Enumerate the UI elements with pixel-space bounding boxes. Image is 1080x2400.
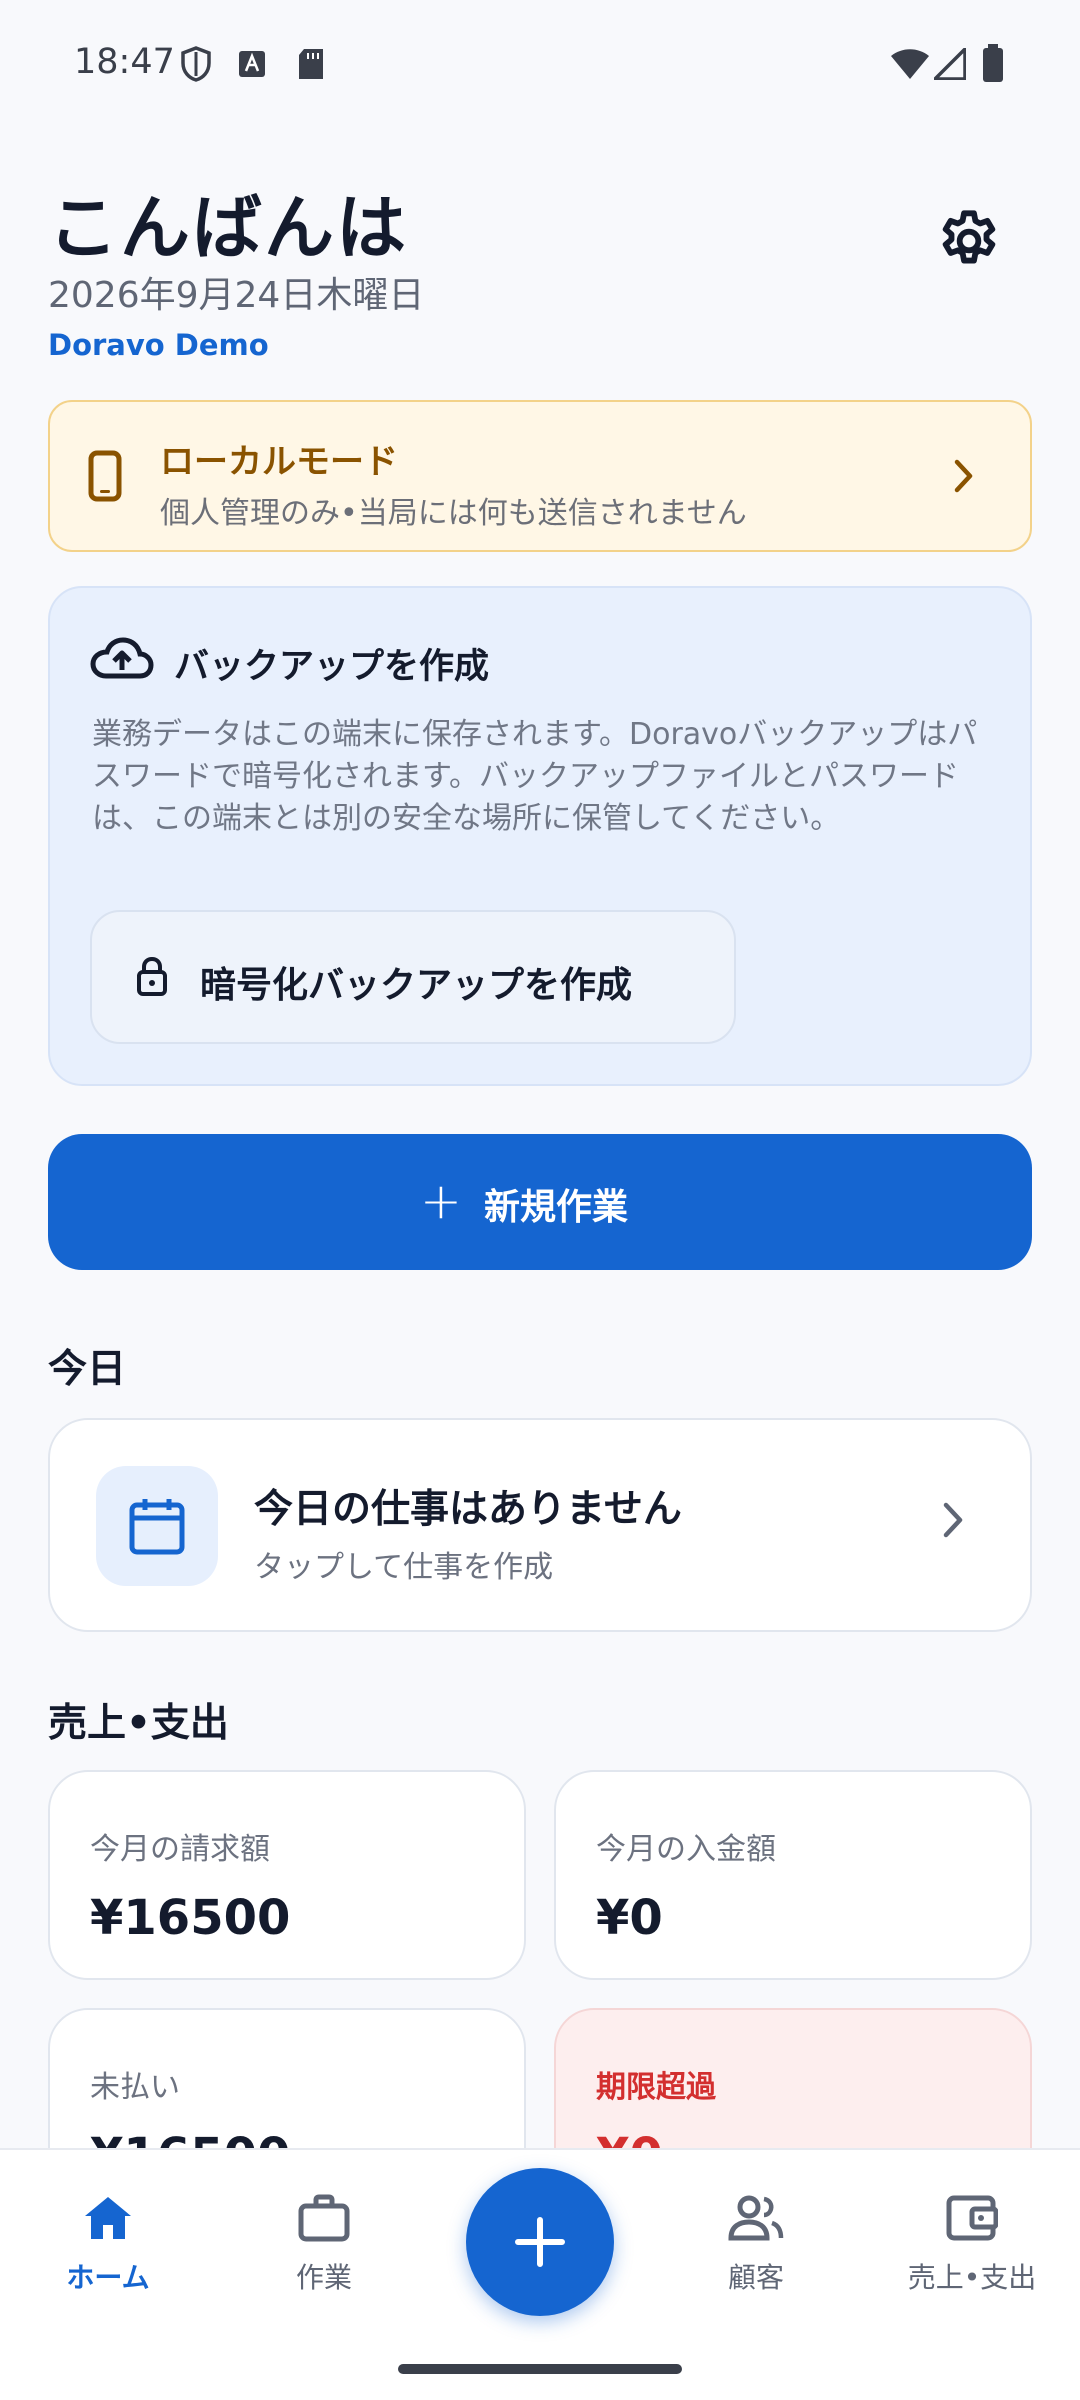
today-empty-title: 今日の仕事はありません	[254, 1487, 682, 1532]
nav-sales-label: 売上•支出	[907, 2261, 1037, 2294]
create-backup-label: 暗号化バックアップを作成	[200, 965, 633, 1006]
backup-card: バックアップを作成 業務データはこの端末に保存されます。Doravoバックアップ…	[48, 586, 1032, 1086]
stat-label: 今月の入金額	[596, 1832, 776, 1867]
stat-label: 期限超過	[596, 2070, 716, 2105]
date-label: 2026年9月24日木曜日	[48, 275, 425, 316]
nav-jobs[interactable]: 作業	[224, 2194, 424, 2314]
chevron-right-icon	[954, 459, 973, 493]
cloud-upload-icon	[90, 637, 154, 679]
today-section-title: 今日	[48, 1347, 127, 1392]
phone-icon	[88, 450, 122, 502]
sales-section-title: 売上•支出	[48, 1701, 229, 1746]
plus-icon: +	[420, 1172, 462, 1230]
new-job-button[interactable]: + 新規作業	[48, 1134, 1032, 1270]
plus-icon	[515, 2217, 565, 2267]
stat-value: ¥0	[596, 1890, 663, 1946]
business-name: Doravo Demo	[48, 328, 269, 362]
shield-icon	[181, 46, 211, 82]
stat-value: ¥16500	[90, 1890, 291, 1946]
local-mode-subtitle: 個人管理のみ•当局には何も送信されません	[160, 496, 747, 531]
stat-label: 未払い	[90, 2070, 180, 2105]
briefcase-icon	[298, 2194, 350, 2242]
create-backup-button[interactable]: 暗号化バックアップを作成	[90, 910, 736, 1044]
calendar-icon-box	[96, 1466, 218, 1586]
local-mode-card[interactable]: ローカルモード 個人管理のみ•当局には何も送信されません	[48, 400, 1032, 552]
status-bar: 18:47	[0, 0, 1080, 130]
calendar-icon	[129, 1499, 185, 1555]
nav-sales[interactable]: 売上•支出	[872, 2194, 1072, 2314]
lock-icon	[137, 956, 167, 996]
backup-description: 業務データはこの端末に保存されます。Doravoバックアップはパスワードで暗号化…	[92, 717, 978, 836]
chevron-right-icon	[943, 1502, 963, 1538]
today-empty-subtitle: タップして仕事を作成	[254, 1550, 554, 1585]
sd-card-icon	[299, 49, 323, 79]
local-mode-title: ローカルモード	[160, 442, 398, 482]
backup-title: バックアップを作成	[174, 647, 490, 687]
today-empty-card[interactable]: 今日の仕事はありません タップして仕事を作成	[48, 1418, 1032, 1632]
nav-home-label: ホーム	[66, 2261, 150, 2294]
greeting-title: こんばんは	[48, 187, 408, 269]
status-time: 18:47	[74, 42, 175, 82]
people-icon	[728, 2195, 784, 2241]
font-icon	[239, 51, 265, 77]
stat-card-billed[interactable]: 今月の請求額 ¥16500	[48, 1770, 526, 1980]
add-fab-button[interactable]	[466, 2168, 614, 2316]
wifi-icon	[891, 49, 929, 79]
nav-customers[interactable]: 顧客	[656, 2194, 856, 2314]
new-job-label: 新規作業	[484, 1187, 629, 1228]
nav-home[interactable]: ホーム	[8, 2194, 208, 2314]
nav-customers-label: 顧客	[727, 2261, 784, 2294]
signal-icon	[934, 48, 966, 80]
stat-card-received[interactable]: 今月の入金額 ¥0	[554, 1770, 1032, 1980]
nav-jobs-label: 作業	[295, 2261, 352, 2294]
settings-gear-icon[interactable]	[934, 206, 1004, 276]
home-icon	[85, 2197, 131, 2239]
home-indicator[interactable]	[398, 2364, 682, 2374]
stat-label: 今月の請求額	[90, 1832, 270, 1867]
wallet-icon	[946, 2195, 998, 2241]
battery-icon	[983, 44, 1003, 82]
